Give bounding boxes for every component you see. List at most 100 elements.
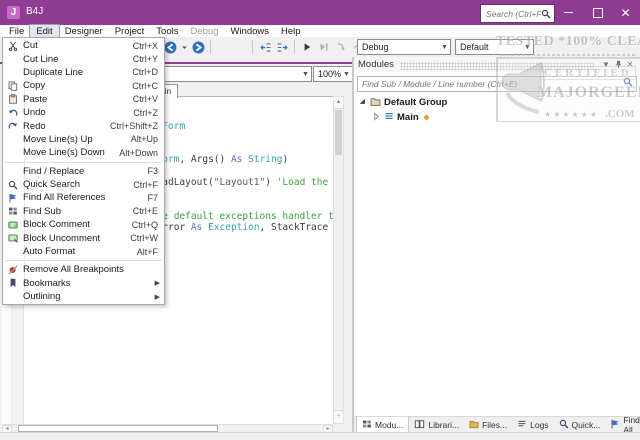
menubar-item-designer[interactable]: Designer: [59, 25, 109, 37]
module-search-box[interactable]: [357, 74, 637, 90]
block-comment-icon: [3, 220, 23, 230]
menu-item-find-replace[interactable]: Find / ReplaceF3: [3, 165, 164, 178]
menu-item-label: Block Uncomment: [23, 233, 130, 244]
menu-item-find-all-references[interactable]: Find All ReferencesF7: [3, 191, 164, 204]
panel-tab-files[interactable]: Files...: [464, 417, 512, 432]
title-search-box[interactable]: [480, 4, 555, 23]
modules-panel-header[interactable]: Modules ▼ ✕: [354, 57, 640, 72]
panel-tab-quick[interactable]: Quick...: [554, 417, 606, 432]
menu-item-label: Paste: [23, 94, 133, 105]
module-icon: [384, 111, 394, 124]
menu-item-duplicate-line[interactable]: Duplicate LineCtrl+D: [3, 66, 164, 79]
panel-drag-handle[interactable]: [400, 62, 594, 70]
debug-mode-dropdown[interactable]: Debug ▼: [357, 39, 451, 55]
scroll-up-arrow[interactable]: ▲: [334, 97, 343, 109]
panel-tab-logs[interactable]: Logs: [512, 417, 553, 432]
chevron-down-icon: ▼: [522, 44, 533, 51]
menu-item-label: Outlining: [23, 291, 164, 302]
splitter-button[interactable]: +: [334, 410, 343, 423]
step-into-icon[interactable]: [334, 39, 348, 55]
close-icon: ✕: [620, 6, 630, 20]
menu-item-copy[interactable]: CopyCtrl+C: [3, 79, 164, 92]
submenu-arrow-icon: ▶: [155, 279, 160, 287]
panel-tab-label: Files...: [482, 420, 507, 430]
maximize-button[interactable]: [584, 0, 611, 25]
caret-down-icon[interactable]: [180, 39, 188, 55]
menu-item-outlining[interactable]: Outlining▶: [3, 290, 164, 303]
menu-item-label: Block Comment: [23, 219, 132, 230]
menu-item-auto-format[interactable]: Auto FormatAlt+F: [3, 245, 164, 258]
menu-separator: [5, 260, 162, 261]
menubar-item-file[interactable]: File: [3, 25, 30, 37]
panel-tab-label: Librari...: [428, 420, 459, 430]
menubar-item-debug[interactable]: Debug: [184, 25, 224, 37]
menu-item-bookmarks[interactable]: Bookmarks▶: [3, 277, 164, 290]
panel-tab-label: Modu...: [375, 420, 403, 430]
menu-item-shortcut: Ctrl+F: [133, 180, 158, 190]
search-icon: [623, 77, 633, 87]
copy-icon: [3, 81, 23, 91]
menu-item-shortcut: Ctrl+C: [132, 81, 158, 91]
menu-item-find-sub[interactable]: Find SubCtrl+E: [3, 205, 164, 218]
libraries-icon: [414, 419, 425, 431]
horizontal-scroll-thumb[interactable]: [18, 425, 218, 432]
vertical-scroll-thumb[interactable]: [335, 110, 342, 155]
pin-icon[interactable]: [612, 59, 624, 71]
menubar-item-windows[interactable]: Windows: [224, 25, 275, 37]
menu-item-remove-all-breakpoints[interactable]: Remove All Breakpoints: [3, 263, 164, 276]
menu-item-label: Auto Format: [23, 246, 137, 257]
menu-item-quick-search[interactable]: Quick SearchCtrl+F: [3, 178, 164, 191]
menu-item-move-line-s-up[interactable]: Move Line(s) UpAlt+Up: [3, 133, 164, 146]
menu-item-shortcut: Ctrl+Q: [132, 220, 158, 230]
debug-mode-value: Debug: [358, 42, 439, 52]
caret-down-icon[interactable]: ▼: [600, 59, 612, 71]
vertical-scrollbar[interactable]: ▲ +: [333, 96, 344, 424]
back-icon[interactable]: [163, 39, 177, 55]
find-references-icon: [3, 193, 23, 203]
panel-tab-find-all[interactable]: Find All...: [605, 417, 640, 432]
menu-item-label: Bookmarks: [23, 278, 164, 289]
forward-icon[interactable]: [191, 39, 205, 55]
panel-tab-librari[interactable]: Librari...: [409, 417, 464, 432]
indent-icon[interactable]: [275, 39, 289, 55]
menubar-item-help[interactable]: Help: [275, 25, 307, 37]
menu-item-move-line-s-down[interactable]: Move Line(s) DownAlt+Down: [3, 146, 164, 159]
menu-item-block-comment[interactable]: Block CommentCtrl+Q: [3, 218, 164, 231]
menu-item-label: Find Sub: [23, 206, 133, 217]
menubar-item-tools[interactable]: Tools: [150, 25, 184, 37]
panel-tab-modu[interactable]: Modu...: [356, 417, 409, 432]
outdent-icon[interactable]: [258, 39, 272, 55]
tree-item-main[interactable]: Main: [372, 110, 638, 125]
menubar-item-project[interactable]: Project: [109, 25, 151, 37]
build-config-dropdown[interactable]: Default ▼: [455, 39, 534, 55]
menu-item-paste[interactable]: PasteCtrl+V: [3, 93, 164, 106]
close-icon[interactable]: ✕: [624, 59, 636, 71]
menu-item-redo[interactable]: RedoCtrl+Shift+Z: [3, 119, 164, 132]
edit-menu-dropdown: CutCtrl+XCut LineCtrl+YDuplicate LineCtr…: [2, 37, 165, 305]
menubar-item-edit[interactable]: Edit: [30, 25, 58, 37]
menu-item-label: Copy: [23, 80, 132, 91]
menu-item-block-uncomment[interactable]: Block UncommentCtrl+W: [3, 231, 164, 244]
undo-icon: [3, 108, 23, 118]
menu-item-shortcut: Ctrl+X: [133, 41, 158, 51]
close-button[interactable]: ✕: [612, 0, 639, 25]
menu-item-undo[interactable]: UndoCtrl+Z: [3, 106, 164, 119]
build-config-value: Default: [456, 42, 522, 52]
resume-icon[interactable]: [317, 39, 331, 55]
uncomment-icon[interactable]: [233, 39, 247, 55]
zoom-dropdown[interactable]: 100% ▼: [313, 66, 353, 82]
comment-icon[interactable]: [216, 39, 230, 55]
minimize-button[interactable]: [555, 0, 582, 25]
menu-item-shortcut: Ctrl+Shift+Z: [110, 121, 158, 131]
files-icon: [469, 419, 479, 431]
panel-tab-label: Quick...: [572, 420, 601, 430]
run-icon[interactable]: [300, 39, 314, 55]
title-search-input[interactable]: [481, 9, 541, 19]
zoom-value: 100%: [314, 69, 341, 79]
menu-item-cut-line[interactable]: Cut LineCtrl+Y: [3, 52, 164, 65]
tree-item-default-group[interactable]: Default Group: [358, 95, 638, 110]
menu-item-cut[interactable]: CutCtrl+X: [3, 39, 164, 52]
expander-closed-icon[interactable]: [372, 112, 381, 124]
expander-open-icon[interactable]: [358, 97, 367, 109]
module-search-input[interactable]: [357, 76, 637, 92]
